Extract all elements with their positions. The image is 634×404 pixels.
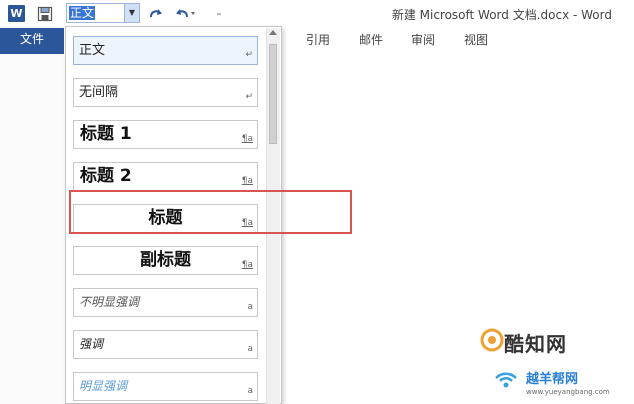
word-app-icon[interactable]: W (8, 5, 25, 22)
tab-references[interactable]: 引用 (306, 31, 330, 48)
style-item-heading-2[interactable]: 标题 2 ¶a (73, 162, 258, 191)
watermark-logo-icon (480, 328, 504, 356)
style-item-normal[interactable]: 正文 ↵ (73, 36, 258, 65)
save-icon[interactable] (37, 5, 53, 22)
customize-toolbar-icon[interactable]: ₌ (214, 5, 224, 22)
tab-file[interactable]: 文件 (0, 28, 64, 54)
style-item-intense-emphasis[interactable]: 明显强调 a (73, 372, 258, 401)
watermark-brand: 酷知网 (504, 332, 567, 356)
highlight-annotation-box (69, 190, 352, 234)
linked-style-icon: ¶a (241, 134, 253, 144)
style-label: 正文 (79, 43, 106, 58)
paragraph-mark-icon: ↵ (245, 50, 253, 60)
style-label: 明显强调 (79, 379, 128, 393)
style-label: 强调 (79, 337, 104, 351)
chevron-down-icon[interactable]: ▼ (124, 4, 139, 22)
scroll-thumb[interactable] (269, 44, 277, 144)
undo-icon[interactable] (174, 5, 196, 22)
linked-style-icon: ¶a (241, 176, 253, 186)
style-label: 不明显强调 (79, 295, 140, 309)
left-panel-background (0, 54, 66, 404)
redo-icon[interactable] (148, 5, 164, 22)
style-item-subtitle[interactable]: 副标题 ¶a (73, 246, 258, 275)
watermark-site-name: 越羊帮网 (526, 372, 579, 387)
style-item-heading-1[interactable]: 标题 1 ¶a (73, 120, 258, 149)
style-combo-value[interactable]: 正文 (69, 6, 96, 20)
paragraph-mark-icon: ↵ (245, 92, 253, 102)
style-item-no-spacing[interactable]: 无间隔 ↵ (73, 78, 258, 107)
style-item-subtle-emphasis[interactable]: 不明显强调 a (73, 288, 258, 317)
tab-review[interactable]: 审阅 (411, 31, 435, 48)
style-item-emphasis[interactable]: 强调 a (73, 330, 258, 359)
wifi-icon (492, 364, 520, 396)
style-label: 副标题 (140, 250, 191, 270)
watermark: 酷知网 越羊帮网 www.yueyangbang.com (474, 326, 634, 404)
character-style-icon: a (247, 302, 253, 312)
linked-style-icon: ¶a (241, 260, 253, 270)
character-style-icon: a (247, 344, 253, 354)
tab-mailings[interactable]: 邮件 (359, 31, 383, 48)
watermark-url: www.yueyangbang.com (526, 388, 610, 396)
style-label: 无间隔 (79, 85, 119, 100)
style-label: 标题 1 (80, 124, 132, 144)
window-title: 新建 Microsoft Word 文档.docx - Word (391, 8, 612, 22)
scroll-up-icon[interactable] (269, 30, 277, 35)
style-combo-box[interactable]: 正文 ▼ (66, 3, 140, 23)
character-style-icon: a (247, 386, 253, 396)
tab-view[interactable]: 视图 (464, 31, 488, 48)
title-bar: W 正文 ▼ ₌ 新建 Microsoft Word 文档.docx - Wor… (0, 0, 634, 28)
style-label: 标题 2 (80, 166, 132, 186)
